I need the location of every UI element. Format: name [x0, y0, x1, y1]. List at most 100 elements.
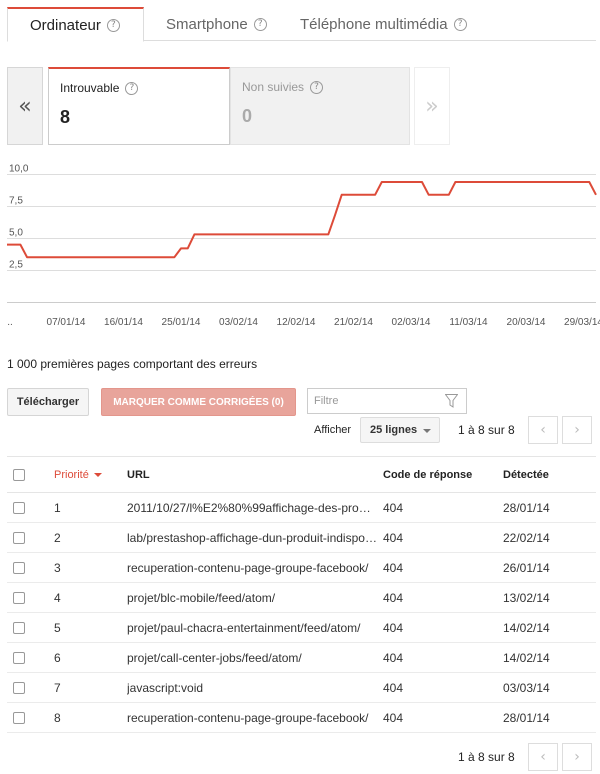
row-detected: 03/03/14 — [503, 680, 550, 695]
funnel-icon[interactable] — [445, 394, 458, 408]
row-url[interactable]: recuperation-contenu-page-groupe-faceboo… — [127, 561, 383, 575]
row-url[interactable]: lab/prestashop-affichage-dun-produit-ind… — [127, 531, 383, 545]
column-url[interactable]: URL — [127, 469, 383, 481]
rows-select-value: 25 lignes — [370, 424, 418, 436]
x-tick-label: 21/02/14 — [334, 317, 373, 328]
row-checkbox[interactable] — [13, 591, 25, 604]
row-code: 404 — [383, 650, 404, 665]
select-all-checkbox[interactable] — [13, 468, 25, 481]
row-detected: 13/02/14 — [503, 590, 550, 605]
row-checkbox[interactable] — [13, 501, 25, 514]
help-icon[interactable]: ? — [453, 17, 467, 31]
column-priority[interactable]: Priorité — [47, 469, 127, 481]
mark-fixed-button[interactable]: MARQUER COMME CORRIGÉES (0) — [101, 388, 296, 416]
tab-label: Ordinateur — [30, 16, 101, 34]
row-checkbox[interactable] — [13, 621, 25, 634]
caret-down-icon — [423, 429, 431, 433]
x-tick-label: .. — [7, 317, 13, 328]
table-row[interactable]: 4 projet/blc-mobile/feed/atom/404 13/02/14 — [7, 583, 596, 613]
row-detected: 26/01/14 — [503, 560, 550, 575]
card-label: Introuvable — [60, 81, 120, 95]
row-code: 404 — [383, 500, 404, 515]
filter-input[interactable] — [314, 395, 434, 407]
x-tick-label: 25/01/14 — [162, 317, 201, 328]
download-button[interactable]: Télécharger — [7, 388, 89, 416]
chevron-right-icon: › — [574, 422, 580, 438]
row-detected: 14/02/14 — [503, 620, 550, 635]
help-icon[interactable]: ? — [125, 81, 139, 95]
table-row[interactable]: 6 projet/call-center-jobs/feed/atom/404 14… — [7, 643, 596, 673]
row-detected: 14/02/14 — [503, 650, 550, 665]
row-detected: 22/02/14 — [503, 530, 550, 545]
row-priority: 7 — [54, 680, 61, 695]
y-tick-label: 2,5 — [9, 260, 23, 271]
column-detected[interactable]: Détectée — [503, 469, 596, 481]
table-row[interactable]: 5 projet/paul-chacra-entertainment/feed/a… — [7, 613, 596, 643]
table-row[interactable]: 1 2011/10/27/l%E2%80%99affichage-des-prod… — [7, 493, 596, 523]
x-tick-label: 03/02/14 — [219, 317, 258, 328]
row-url[interactable]: javascript:void — [127, 681, 383, 695]
row-code: 404 — [383, 710, 404, 725]
row-url[interactable]: recuperation-contenu-page-groupe-faceboo… — [127, 711, 383, 725]
tab-ordinateur[interactable]: Ordinateur ? — [7, 7, 144, 42]
row-priority: 4 — [54, 590, 61, 605]
category-card-non-suivies[interactable]: Non suivies ? 0 — [230, 67, 410, 145]
row-priority: 8 — [54, 710, 61, 725]
next-category-button[interactable]: » — [414, 67, 450, 145]
row-priority: 5 — [54, 620, 61, 635]
chevron-left-icon: ‹ — [540, 749, 546, 765]
tab-telephone-multimedia[interactable]: Téléphone multimédia ? — [300, 7, 467, 41]
table-caption: 1 000 premières pages comportant des err… — [7, 357, 258, 371]
row-url[interactable]: 2011/10/27/l%E2%80%99affichage-des-produ… — [127, 501, 383, 515]
row-priority: 1 — [54, 500, 61, 515]
pagination-text: 1 à 8 sur 8 — [458, 423, 515, 437]
help-icon[interactable]: ? — [106, 18, 120, 32]
rows-label: Afficher — [314, 424, 352, 436]
errors-table: Priorité URL Code de réponse Détectée 1 2… — [7, 456, 596, 733]
card-count: 0 — [242, 106, 253, 126]
device-tabs: Ordinateur ? Smartphone ? Téléphone mult… — [7, 7, 596, 42]
x-tick-label: 12/02/14 — [277, 317, 316, 328]
prev-category-button[interactable]: « — [7, 67, 43, 145]
double-chevron-right-icon: » — [425, 93, 439, 119]
table-row[interactable]: 8 recuperation-contenu-page-groupe-facebo… — [7, 703, 596, 733]
y-tick-label: 10,0 — [9, 164, 29, 175]
tab-smartphone[interactable]: Smartphone ? — [166, 7, 267, 41]
row-checkbox[interactable] — [13, 681, 25, 694]
table-row[interactable]: 2 lab/prestashop-affichage-dun-produit-in… — [7, 523, 596, 553]
x-tick-label: 07/01/14 — [47, 317, 86, 328]
next-page-button-bottom[interactable]: › — [562, 743, 592, 771]
column-code[interactable]: Code de réponse — [383, 469, 503, 481]
x-tick-label: 29/03/14 — [564, 317, 600, 328]
row-code: 404 — [383, 590, 404, 605]
chevron-right-icon: › — [574, 749, 580, 765]
row-priority: 6 — [54, 650, 61, 665]
double-chevron-left-icon: « — [18, 93, 32, 119]
row-checkbox[interactable] — [13, 531, 25, 544]
row-url[interactable]: projet/call-center-jobs/feed/atom/ — [127, 651, 383, 665]
category-card-introuvable[interactable]: Introuvable ? 8 — [48, 67, 230, 145]
row-checkbox[interactable] — [13, 561, 25, 574]
row-code: 404 — [383, 560, 404, 575]
table-row[interactable]: 7 javascript:void 404 03/03/14 — [7, 673, 596, 703]
help-icon[interactable]: ? — [310, 80, 324, 94]
row-url[interactable]: projet/blc-mobile/feed/atom/ — [127, 591, 383, 605]
row-code: 404 — [383, 620, 404, 635]
y-tick-label: 5,0 — [9, 228, 23, 239]
next-page-button[interactable]: › — [562, 416, 592, 444]
prev-page-button-bottom[interactable]: ‹ — [528, 743, 558, 771]
help-icon[interactable]: ? — [253, 17, 267, 31]
table-row[interactable]: 3 recuperation-contenu-page-groupe-facebo… — [7, 553, 596, 583]
row-priority: 3 — [54, 560, 61, 575]
prev-page-button[interactable]: ‹ — [528, 416, 558, 444]
card-label: Non suivies — [242, 80, 305, 94]
row-url[interactable]: projet/paul-chacra-entertainment/feed/at… — [127, 621, 383, 635]
row-checkbox[interactable] — [13, 711, 25, 724]
row-checkbox[interactable] — [13, 651, 25, 664]
errors-line-chart: 10,0 7,5 5,0 2,5.. 07/01/14 16/01/14 25/01/14 0… — [7, 164, 600, 328]
rows-per-page-select[interactable]: 25 lignes — [360, 417, 440, 443]
x-tick-label: 16/01/14 — [104, 317, 143, 328]
y-tick-label: 7,5 — [9, 196, 23, 207]
column-label: Priorité — [54, 468, 89, 481]
filter-box — [307, 388, 467, 414]
